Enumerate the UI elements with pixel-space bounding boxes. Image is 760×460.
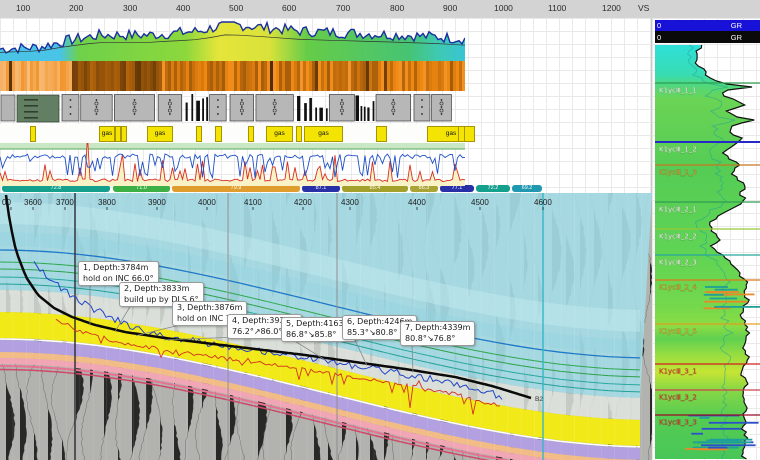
ruler-tick-label: 800	[390, 3, 404, 13]
gas-tick[interactable]	[215, 126, 222, 142]
gr-scale-min-2: 0	[657, 33, 661, 42]
inclination-segment[interactable]: 87.1	[302, 185, 340, 192]
inclination-segment[interactable]: 77.1	[440, 185, 474, 192]
depth-axis-label: 3600	[24, 198, 42, 207]
annotation-depth-text: 1, Depth:3784m	[83, 263, 154, 274]
gas-tick[interactable]	[196, 126, 202, 142]
vs-distance-ruler: 100 200 300 400 500 600 700 800 900 1000 1100 1200 V…	[0, 0, 760, 19]
annotation-action-text: 80.8°↘76.8°	[405, 334, 470, 345]
ruler-tick-label: 600	[282, 3, 296, 13]
formation-zone-label[interactable]: K1ycⅢ_1_1	[659, 87, 697, 95]
inclination-segment[interactable]: 72.8	[2, 185, 110, 192]
gas-tick[interactable]	[248, 126, 254, 142]
gr-vs-curve-track[interactable]	[0, 20, 465, 61]
formation-zone-label[interactable]: K1ycⅢ_1_3	[659, 169, 697, 177]
gas-tick[interactable]	[376, 126, 387, 142]
lithology-track[interactable]	[0, 92, 465, 124]
ruler-tick-label: 700	[336, 3, 350, 13]
gas-tick[interactable]	[121, 126, 127, 142]
depth-axis-label: 3700	[56, 198, 74, 207]
formation-zone-label[interactable]: K1ycⅢ_2_4	[659, 284, 697, 292]
ruler-tick-label: 1200	[602, 3, 621, 13]
depth-axis-label: 4000	[198, 198, 216, 207]
gas-tick[interactable]	[296, 126, 302, 142]
depth-axis-label: 3900	[148, 198, 166, 207]
formation-zone-label[interactable]: K1ycⅢ_3_2	[659, 394, 697, 402]
inclination-segment[interactable]: 71.0	[113, 185, 170, 192]
gas-flag[interactable]: gas	[427, 126, 475, 142]
log-curves-track[interactable]	[0, 143, 465, 186]
depth-axis-label: 4500	[471, 198, 489, 207]
gas-flag[interactable]: gas	[99, 126, 115, 142]
gr-scale-min: 0	[657, 21, 661, 30]
gas-flag[interactable]: gas	[266, 126, 293, 142]
depth-axis-label: 4200	[294, 198, 312, 207]
gas-flag[interactable]: gas	[147, 126, 173, 142]
inclination-segment-bar[interactable]: 72.871.079.987.185.486.377.172.269.2	[0, 185, 545, 193]
gas-flag[interactable]: gas	[304, 126, 343, 142]
depth-axis-label: 4300	[341, 198, 359, 207]
ruler-tick-label: 900	[443, 3, 457, 13]
inclination-segment[interactable]: 86.3	[410, 185, 438, 192]
target-well-label: B2	[535, 396, 543, 403]
ruler-tick-label: 400	[176, 3, 190, 13]
ruler-tick-label: 300	[123, 3, 137, 13]
ruler-tick-label: 1000	[494, 3, 513, 13]
gr-header-bar-bottom: 0 GR	[655, 31, 760, 43]
inclination-segment[interactable]: 72.2	[476, 185, 510, 192]
ruler-tick-label: 200	[69, 3, 83, 13]
annotation-depth-text: 3, Depth:3876m	[177, 303, 242, 314]
gr-log-panel[interactable]: K1ycⅢ_1_1 K1ycⅢ_1_2 K1ycⅢ_1_3 K1ycⅢ_2_1 K1yc…	[655, 43, 760, 460]
resistivity-image-track[interactable]	[0, 61, 465, 91]
formation-zone-label[interactable]: K1ycⅢ_2_5	[659, 328, 697, 336]
gr-curve-name: GR	[731, 21, 742, 30]
ruler-unit-label: VS	[638, 3, 649, 13]
gas-show-track[interactable]: gasgasgasgasgas	[0, 124, 465, 143]
gas-tick[interactable]	[30, 126, 36, 142]
inclination-segment[interactable]: 69.2	[512, 185, 542, 192]
formation-zone-label[interactable]: K1ycⅢ_3_1	[659, 368, 697, 376]
formation-zone-label[interactable]: K1ycⅢ_3_3	[659, 419, 697, 427]
gas-tick[interactable]	[458, 126, 465, 142]
depth-axis-label: 4400	[408, 198, 426, 207]
gr-header-bar-top: 0 GR	[655, 20, 760, 31]
depth-axis-label: 00	[2, 198, 11, 207]
gr-curve-name-2: GR	[731, 33, 742, 42]
annotation-depth-text: 2, Depth:3833m	[124, 284, 199, 295]
depth-axis-label: 4600	[534, 198, 552, 207]
formation-zone-label[interactable]: K1ycⅢ_1_2	[659, 146, 697, 154]
ruler-tick-label: 100	[16, 3, 30, 13]
ruler-tick-label: 1100	[548, 3, 566, 13]
annotation-depth-text: 7, Depth:4339m	[405, 323, 470, 334]
inclination-segment[interactable]: 85.4	[342, 185, 408, 192]
formation-zone-label[interactable]: K1ycⅢ_2_3	[659, 259, 697, 267]
inclination-segment[interactable]: 79.9	[172, 185, 300, 192]
well-correlation-app: 100 200 300 400 500 600 700 800 900 1000 1100 1200 V…	[0, 0, 760, 460]
formation-zone-label[interactable]: K1ycⅢ_2_2	[659, 233, 697, 241]
depth-axis-label: 3800	[98, 198, 116, 207]
formation-zone-label[interactable]: K1ycⅢ_2_1	[659, 206, 697, 214]
survey-annotation[interactable]: 7, Depth:4339m80.8°↘76.8°	[400, 321, 475, 346]
ruler-tick-label: 500	[229, 3, 243, 13]
depth-axis-label: 4100	[244, 198, 262, 207]
